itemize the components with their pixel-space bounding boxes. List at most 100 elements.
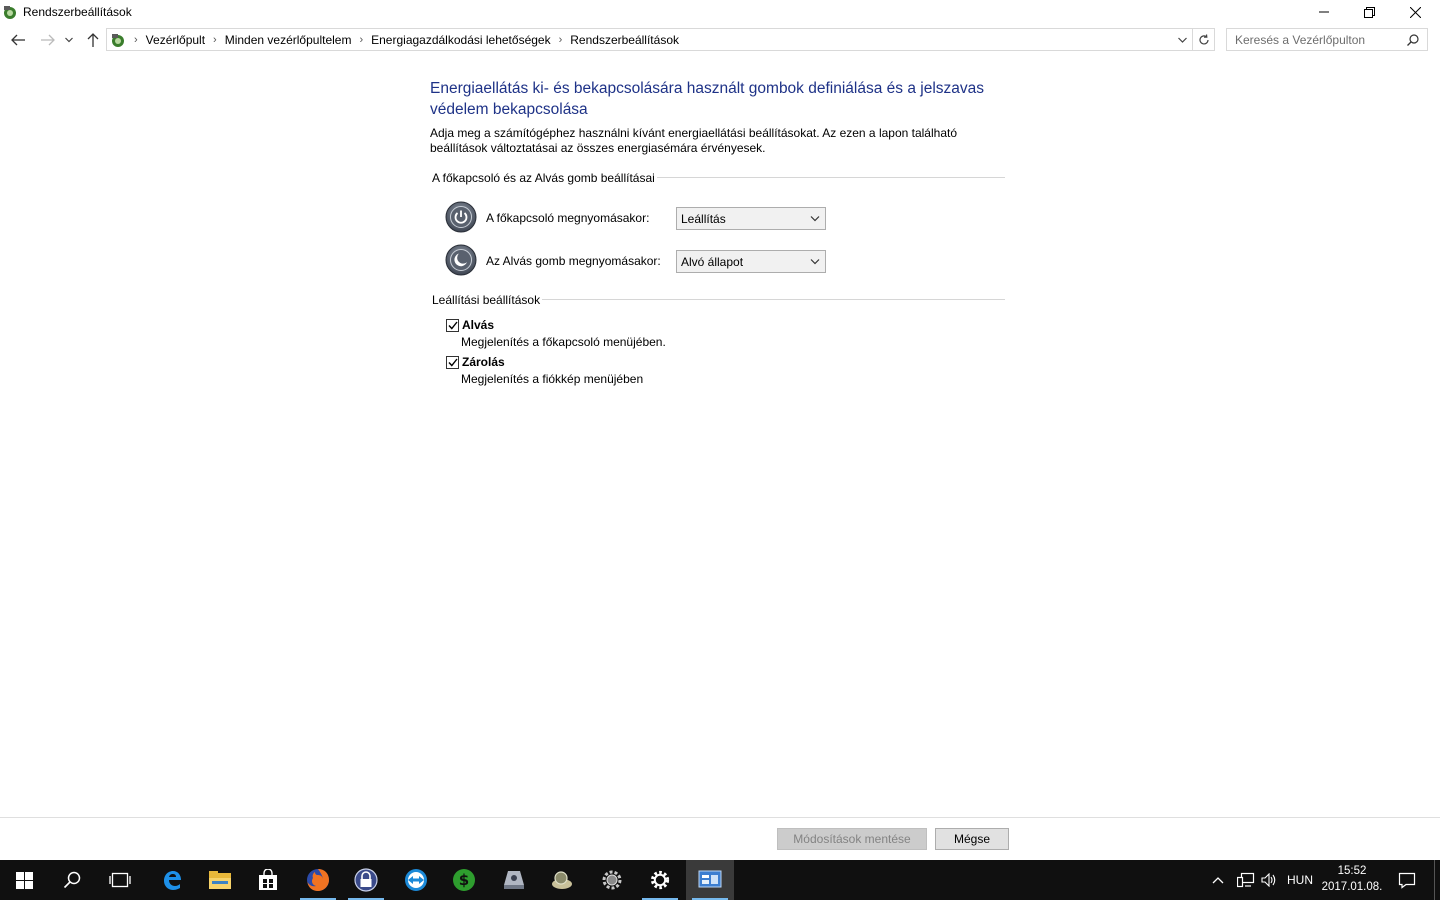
svg-text:$: $ [459,871,469,889]
group-title-buttons: A főkapcsoló és az Alvás gomb beállítása… [432,171,655,185]
close-button[interactable] [1392,0,1438,24]
back-button[interactable] [8,30,28,50]
page-description: Adja meg a számítógéphez használni kíván… [430,126,958,155]
forward-button[interactable] [38,30,58,50]
chevron-down-icon[interactable] [1178,37,1187,43]
sleep-button-icon [445,244,477,276]
magnifier-app-icon [552,871,572,889]
search-icon [63,871,81,889]
refresh-button[interactable] [1193,28,1215,51]
window-title: Rendszerbeállítások [23,5,132,19]
arrow-left-icon [11,34,25,46]
dollar-icon: $ [453,869,475,891]
minimize-button[interactable] [1301,0,1347,24]
cancel-button[interactable]: Mégse [935,828,1009,850]
refresh-icon [1198,33,1209,44]
breadcrumb-separator[interactable]: › [213,34,217,46]
taskbar-keepass[interactable] [342,860,390,900]
breadcrumb-separator[interactable]: › [134,34,138,46]
drive-icon [504,871,524,889]
show-hidden-icons-button[interactable] [1212,860,1224,900]
taskbar-firefox[interactable] [294,860,342,900]
chevron-down-icon [65,37,73,43]
action-center-button[interactable] [1398,860,1416,900]
breadcrumb-item-power-options[interactable]: Energiagazdálkodási lehetőségek [371,33,550,47]
taskbar-teamviewer[interactable] [392,860,440,900]
control-panel-window-icon [698,870,722,888]
group-divider [657,177,1005,178]
restore-button[interactable] [1346,0,1392,24]
close-icon [1409,6,1421,18]
show-desktop-button[interactable] [1434,860,1440,900]
control-panel-icon [4,6,16,19]
volume-tray-button[interactable] [1261,860,1277,900]
teamviewer-icon [405,869,427,891]
checkmark-icon [447,321,458,330]
cog-app-icon [602,870,622,890]
sleep-button-action-value: Alvó állapot [681,254,744,269]
notification-icon [1398,872,1416,889]
restore-icon [1363,6,1375,18]
breadcrumb-separator[interactable]: › [559,34,563,46]
footer-divider [0,817,1440,818]
gear-icon [650,870,670,890]
checkmark-icon [447,358,458,367]
taskbar-viewer-app[interactable] [538,860,586,900]
sleep-button-action-select[interactable]: Alvó állapot [676,250,826,273]
taskbar-store[interactable] [244,860,292,900]
lock-option-label[interactable]: Zárolás [462,355,505,369]
breadcrumb-item-control-panel[interactable]: Vezérlőpult [146,33,205,47]
power-button-action-select[interactable]: Leállítás [676,207,826,230]
taskbar-search-button[interactable] [48,860,96,900]
task-view-icon [109,872,131,888]
breadcrumb-separator[interactable]: › [359,34,363,46]
minimize-icon [1319,11,1329,13]
network-icon [1237,872,1255,888]
network-tray-button[interactable] [1237,860,1255,900]
up-button[interactable] [83,30,103,50]
taskbar-money-app[interactable]: $ [440,860,488,900]
group-title-shutdown: Leállítási beállítások [432,293,541,307]
taskbar-settings[interactable] [636,860,684,900]
breadcrumb-item-all-items[interactable]: Minden vezérlőpultelem [225,33,352,47]
sleep-option-description: Megjelenítés a főkapcsoló menüjében. [461,335,666,349]
task-view-button[interactable] [96,860,144,900]
sleep-checkbox[interactable] [446,319,459,332]
address-bar[interactable]: › Vezérlőpult › Minden vezérlőpultelem ›… [106,28,1193,51]
chevron-down-icon [810,216,820,222]
taskbar-control-panel[interactable] [686,860,734,900]
taskbar-file-explorer[interactable] [196,860,244,900]
start-button[interactable] [0,860,48,900]
taskbar-drive-app[interactable] [490,860,538,900]
folder-icon [209,871,231,889]
main-content: Energiaellátás ki- és bekapcsolására has… [430,78,1010,156]
taskbar-clock[interactable]: 15:52 2017.01.08. [1316,863,1388,895]
power-button-action-value: Leállítás [681,211,726,226]
arrow-right-icon [41,34,55,46]
search-box[interactable] [1226,28,1428,51]
chevron-up-icon [1212,877,1224,884]
taskbar-system-tool[interactable] [588,860,636,900]
store-bag-icon [259,869,277,890]
save-changes-button[interactable]: Módosítások mentése [777,828,927,850]
breadcrumb-item-system-settings[interactable]: Rendszerbeállítások [570,33,679,47]
taskbar-edge[interactable] [148,860,196,900]
clock-date: 2017.01.08. [1321,881,1383,893]
edge-browser-icon [164,871,181,890]
lock-option-description: Megjelenítés a fiókkép menüjében [461,372,644,386]
recent-locations-button[interactable] [62,30,76,50]
lock-checkbox[interactable] [446,356,459,369]
chevron-down-icon [810,259,820,265]
search-input[interactable] [1235,32,1411,47]
lock-app-icon [354,868,378,892]
page-title: Energiaellátás ki- és bekapcsolására has… [430,80,985,118]
group-divider [542,299,1005,300]
power-button-label: A főkapcsoló megnyomásakor: [486,211,650,225]
arrow-up-icon [87,33,99,47]
title-bar: Rendszerbeállítások [0,0,1440,24]
sleep-button-label: Az Alvás gomb megnyomásakor: [486,254,661,268]
sleep-option-label[interactable]: Alvás [462,318,494,332]
search-icon[interactable] [1407,34,1419,46]
power-button-icon [445,201,477,233]
language-indicator[interactable]: HUN [1287,860,1313,900]
